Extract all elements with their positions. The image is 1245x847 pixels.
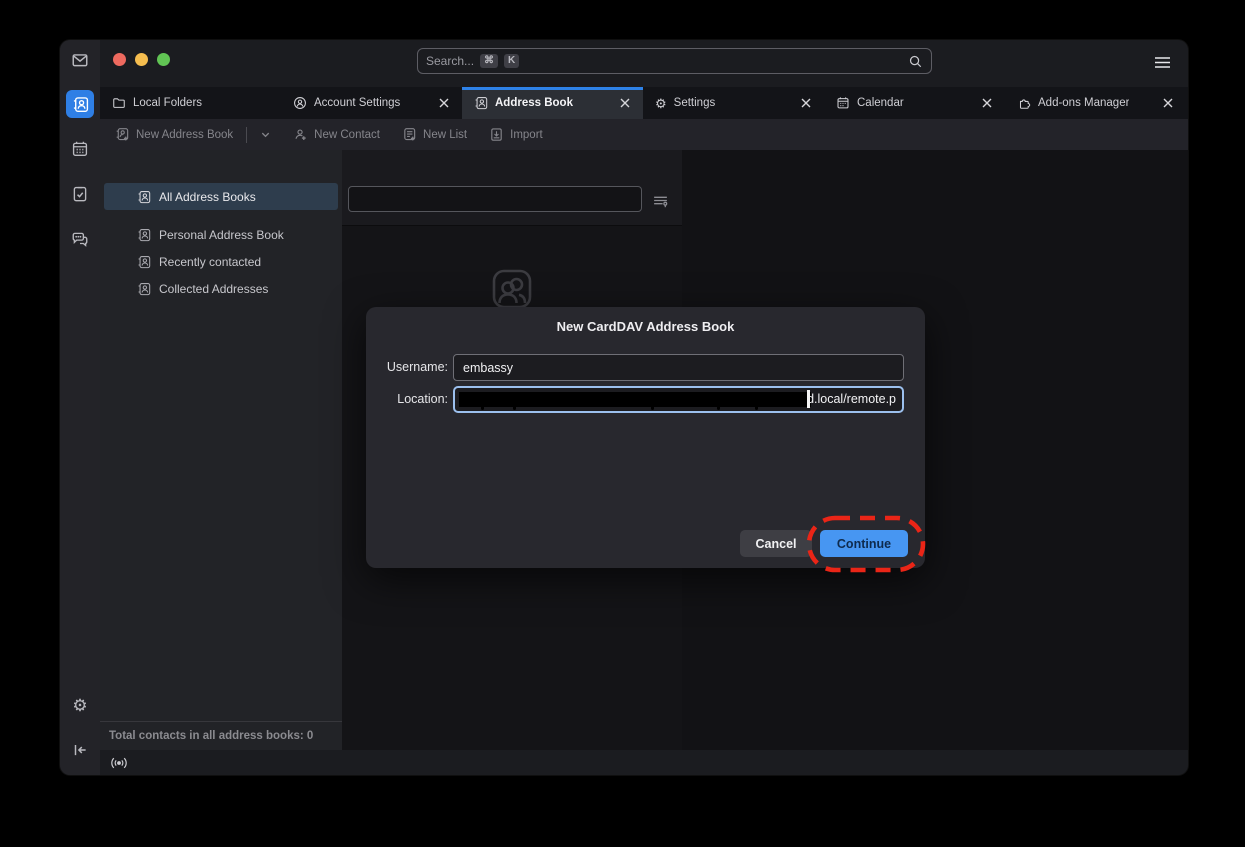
search-placeholder: Search...: [426, 54, 474, 68]
list-item-label: Recently contacted: [159, 255, 261, 269]
broadcast-status-icon: [109, 755, 129, 771]
tab-account-settings[interactable]: Account Settings: [281, 87, 462, 119]
new-contact-button[interactable]: New Contact: [293, 127, 380, 142]
chevron-down-icon[interactable]: [260, 129, 271, 140]
tab-addons-manager[interactable]: Add-ons Manager: [1005, 87, 1186, 119]
toolbar-button-label: New Address Book: [136, 129, 233, 141]
continue-button[interactable]: Continue: [820, 530, 908, 557]
redaction-bar: [459, 392, 811, 407]
k-key-chip: K: [504, 54, 519, 68]
app-window: ⚙ Search... ⌘ K: [60, 40, 1188, 775]
address-book-icon: [137, 255, 151, 269]
global-search-bar[interactable]: Search... ⌘ K: [417, 48, 932, 74]
list-item-label: Collected Addresses: [159, 282, 268, 296]
cancel-button[interactable]: Cancel: [740, 530, 812, 557]
address-book-icon: [137, 190, 151, 204]
tab-bar: Local Folders Account Settings: [100, 87, 1188, 119]
address-book-icon: [137, 282, 151, 296]
tab-calendar[interactable]: Calendar: [824, 87, 1005, 119]
new-address-book-icon: [115, 127, 130, 142]
close-tab-icon[interactable]: [438, 97, 450, 109]
account-settings-icon: [293, 96, 307, 110]
spaces-sidebar: ⚙: [60, 40, 100, 775]
chat-space-icon[interactable]: [69, 228, 91, 250]
calendar-icon: [836, 96, 850, 110]
redacted-text-descender: [513, 407, 516, 410]
mail-icon[interactable]: [69, 49, 91, 71]
address-book-icon: [474, 96, 488, 110]
new-list-button[interactable]: New List: [402, 127, 467, 142]
tab-local-folders[interactable]: Local Folders: [100, 87, 281, 119]
new-contact-icon: [293, 127, 308, 142]
address-book-toolbar: New Address Book New Contact: [100, 119, 1188, 150]
list-item-label: All Address Books: [159, 190, 256, 204]
cmd-key-chip: ⌘: [480, 54, 498, 68]
close-tab-icon[interactable]: [981, 97, 993, 109]
redacted-text-descender: [651, 407, 654, 410]
address-books-pane: All Address Books Personal Address Book: [100, 150, 342, 750]
redacted-text-descender: [755, 407, 758, 410]
address-book-space-active[interactable]: [66, 90, 94, 118]
redacted-text-descender: [481, 407, 484, 410]
tab-label: Settings: [674, 97, 716, 109]
collapse-sidebar-icon[interactable]: [69, 739, 91, 761]
tab-label: Local Folders: [133, 97, 202, 109]
divider: [246, 127, 247, 143]
search-icon: [908, 54, 923, 69]
list-item-recently-contacted[interactable]: Recently contacted: [104, 248, 338, 275]
location-visible-text: d.local/remote.p: [807, 392, 896, 406]
tab-label: Add-ons Manager: [1038, 97, 1129, 109]
tab-label: Account Settings: [314, 97, 400, 109]
close-tab-icon[interactable]: [800, 97, 812, 109]
location-label: Location:: [366, 392, 448, 406]
tab-settings[interactable]: ⚙ Settings: [643, 87, 824, 119]
close-window-button[interactable]: [113, 53, 126, 66]
toolbar-button-label: New List: [423, 129, 467, 141]
tasks-space-icon[interactable]: [69, 183, 91, 205]
contacts-search-input[interactable]: [348, 186, 642, 212]
close-tab-icon[interactable]: [1162, 97, 1174, 109]
list-item-label: Personal Address Book: [159, 228, 284, 242]
close-tab-icon[interactable]: [619, 97, 631, 109]
traffic-lights: [113, 53, 170, 66]
list-item-personal-address-book[interactable]: Personal Address Book: [104, 221, 338, 248]
new-address-book-button[interactable]: New Address Book: [115, 127, 271, 143]
redacted-text-descender: [717, 407, 720, 410]
username-label: Username:: [366, 360, 448, 374]
tab-address-book[interactable]: Address Book: [462, 87, 643, 119]
list-item-all-address-books[interactable]: All Address Books: [104, 183, 338, 210]
titlebar: Search... ⌘ K: [100, 40, 1188, 87]
address-book-icon: [72, 96, 89, 113]
list-item-collected-addresses[interactable]: Collected Addresses: [104, 275, 338, 302]
minimize-window-button[interactable]: [135, 53, 148, 66]
location-input[interactable]: d.local/remote.p: [453, 386, 904, 413]
new-list-icon: [402, 127, 417, 142]
address-book-list: All Address Books Personal Address Book: [100, 150, 342, 302]
empty-contacts-placeholder-icon: [488, 265, 536, 313]
status-bar: [100, 750, 1188, 775]
dialog-title: New CardDAV Address Book: [366, 307, 925, 334]
app-menu-icon[interactable]: [1153, 55, 1172, 70]
contacts-list-header: [342, 150, 682, 226]
display-options-icon[interactable]: [652, 192, 669, 209]
settings-gear-icon[interactable]: ⚙: [69, 694, 91, 716]
total-contacts-status: Total contacts in all address books: 0: [100, 721, 342, 750]
username-input[interactable]: [453, 354, 904, 381]
toolbar-button-label: Import: [510, 129, 543, 141]
address-book-icon: [137, 228, 151, 242]
zoom-window-button[interactable]: [157, 53, 170, 66]
import-button[interactable]: Import: [489, 127, 543, 142]
import-icon: [489, 127, 504, 142]
new-carddav-dialog: New CardDAV Address Book Username: Locat…: [366, 307, 925, 568]
calendar-space-icon[interactable]: [69, 138, 91, 160]
folder-icon: [112, 96, 126, 110]
puzzle-icon: [1017, 96, 1031, 110]
gear-icon: ⚙: [655, 97, 667, 110]
tab-label: Address Book: [495, 97, 573, 109]
tab-label: Calendar: [857, 97, 904, 109]
toolbar-button-label: New Contact: [314, 129, 380, 141]
